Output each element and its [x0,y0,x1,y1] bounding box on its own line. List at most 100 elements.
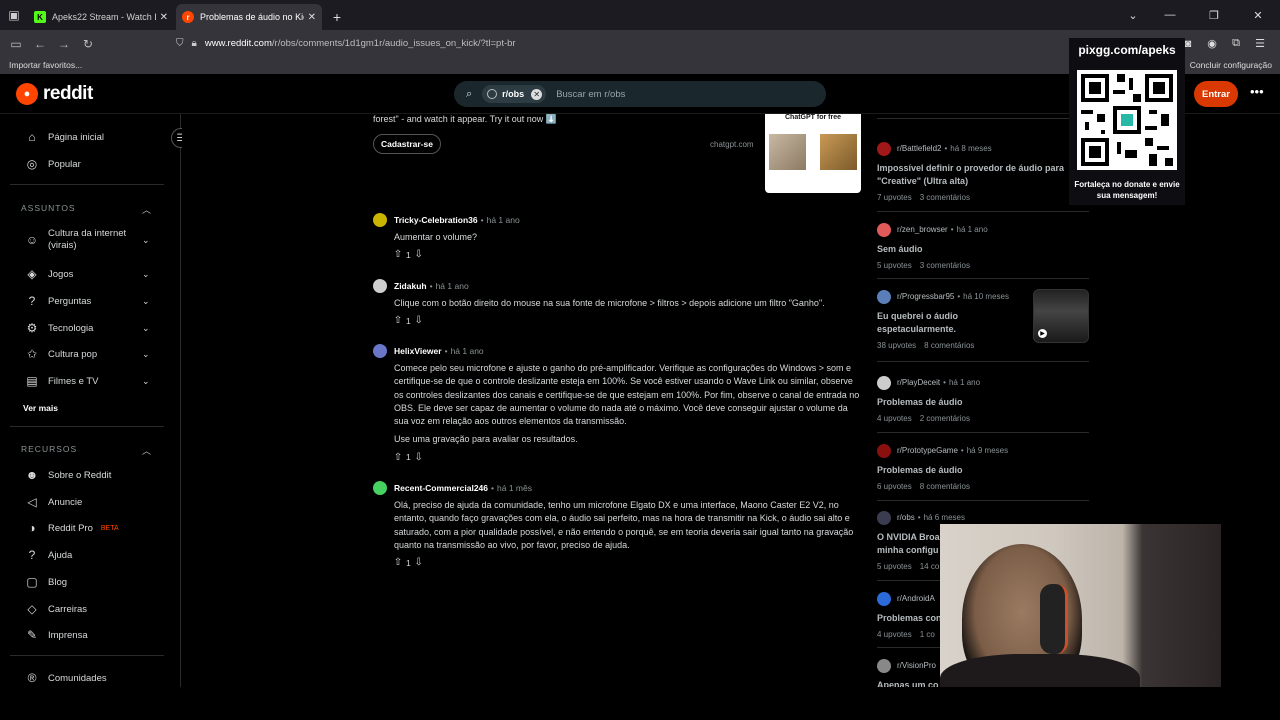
sidebar-item-label: Reddit Pro [48,522,93,534]
help-icon: ? [28,548,36,562]
lock-icon[interactable]: 🔒︎ [192,38,197,49]
upvote-icon[interactable]: ⇧ [392,315,404,326]
close-tab-icon[interactable]: ✕ [308,12,316,23]
search-bar[interactable]: ⌕ r/obs ✕ Buscar em r/obs [454,81,826,107]
downvote-icon[interactable]: ⇩ [413,315,425,326]
blog-icon: ▢ [26,575,38,589]
related-post-thumbnail[interactable]: ▶ [1033,289,1089,343]
related-post[interactable]: r/zen_browser • há 1 ano Sem áudio 5 upvot… [877,222,1089,270]
upvote-count: 7 upvotes [877,193,912,202]
sidebar-item-blog[interactable]: ▢ Blog [24,574,67,590]
related-post-title[interactable]: Sem áudio [877,243,1089,256]
sidebar-item-label: Jogos [48,268,74,280]
upvote-icon[interactable]: ⇧ [392,452,404,463]
sidebar-item-help[interactable]: ? Ajuda [24,547,73,563]
downvote-icon[interactable]: ⇩ [413,249,425,260]
sidebar-item-reddit-pro[interactable]: ◑ Reddit Pro BETA [24,520,118,536]
upvote-icon[interactable]: ⇧ [392,557,404,568]
tab-menu-icon[interactable]: ▣ [0,0,28,30]
comment-count: 8 comentários [924,341,975,350]
account-icon[interactable]: ◉ [1200,37,1224,50]
related-post[interactable]: r/Battlefield2 • há 8 meses Impossível def… [877,141,1089,202]
import-bookmarks-link[interactable]: Importar favoritos... [9,60,82,70]
browser-tab-kick[interactable]: K Apeks22 Stream - Watch Live on ✕ [28,4,174,30]
sidebar-item-games[interactable]: ◈ Jogos ⌄ [24,266,164,282]
comment-author[interactable]: Recent-Commercial246 [394,483,488,493]
sidebar-item-movies-tv[interactable]: ▤ Filmes e TV ⌄ [24,373,164,389]
comment-author[interactable]: Zidakuh [394,281,427,291]
related-post[interactable]: r/PrototypeGame • há 9 meses Problemas de … [877,443,1089,491]
downvote-icon[interactable]: ⇩ [413,557,425,568]
avatar[interactable] [373,213,387,227]
reddit-logo[interactable]: ● reddit [16,83,93,105]
ad-signup-button[interactable]: Cadastrar-se [373,134,441,154]
upvote-count: 6 upvotes [877,482,912,491]
minimize-button[interactable]: — [1148,9,1192,21]
sidebar-item-home[interactable]: ⌂ Página inicial [24,129,104,145]
login-button[interactable]: Entrar [1194,81,1238,107]
subreddit-name[interactable]: r/PrototypeGame [897,446,958,455]
remove-filter-icon[interactable]: ✕ [531,88,543,100]
more-options-icon[interactable]: ••• [1250,84,1264,99]
sidebar-item-popular[interactable]: ◎ Popular [24,156,81,172]
comment-author[interactable]: Tricky-Celebration36 [394,215,478,225]
related-post-title[interactable]: Impossível definir o provedor de áudio p… [877,162,1073,188]
subreddit-name[interactable]: r/obs [897,513,915,522]
close-window-button[interactable]: ✕ [1236,9,1280,22]
see-more-link[interactable]: Ver mais [23,403,58,413]
back-button[interactable]: ← [28,37,52,51]
subreddit-name[interactable]: r/PlayDeceit [897,378,940,387]
menu-icon[interactable]: ☰ [1248,37,1272,50]
related-post[interactable]: r/PlayDeceit • há 1 ano Problemas de áudio… [877,375,1089,423]
related-post-title[interactable]: Problemas de áudio [877,396,1089,409]
reload-button[interactable]: ↻ [76,37,100,51]
sidebar-item-careers[interactable]: ◇ Carreiras [24,601,87,617]
shield-icon[interactable]: ⛉ [176,38,184,49]
donation-qr-overlay: pixgg.com/apeks Fortaleça no donate e en… [1069,38,1185,205]
related-post-title[interactable]: Problemas de áudio [877,464,1089,477]
restore-button[interactable]: ❐ [1192,9,1236,22]
extensions-icon[interactable]: ⧉ [1224,37,1248,50]
avatar[interactable] [373,481,387,495]
upvote-count: 5 upvotes [877,261,912,270]
section-topics-header[interactable]: ASSUNTOS ︿ [21,203,151,215]
sidebar-item-press[interactable]: ✎ Imprensa [24,627,88,643]
sidebar-item-pop-culture[interactable]: ✩ Cultura pop ⌄ [24,346,164,362]
finish-setup-link[interactable]: Concluir configuração [1190,60,1272,70]
new-tab-button[interactable]: + [324,4,350,30]
comment-count: 14 co [919,562,940,571]
browser-tab-reddit[interactable]: r Problemas de áudio no Kick : r/o ✕ [176,4,322,30]
sidebar-toggle-icon[interactable]: ▭ [4,37,28,51]
upvote-icon[interactable]: ⇧ [392,249,404,260]
tab-list-chevron-icon[interactable]: ⌄ [1118,9,1148,22]
comment-body: Comece pelo seu microfone e ajuste o gan… [394,362,863,447]
related-post-title[interactable]: O NVIDIA Broa minha configu [877,531,941,557]
subreddit-name[interactable]: r/VisionPro [897,661,936,670]
avatar[interactable] [373,344,387,358]
sidebar-item-advertise[interactable]: ◁ Anuncie [24,494,82,510]
avatar[interactable] [373,279,387,293]
subreddit-name[interactable]: r/Progressbar95 [897,292,954,301]
subreddit-name[interactable]: r/Battlefield2 [897,144,941,153]
sidebar-item-questions[interactable]: ? Perguntas ⌄ [24,293,164,309]
related-post-title[interactable]: Eu quebrei o áudio espetacularmente. [877,310,987,336]
comment-author[interactable]: HelixViewer [394,346,442,356]
sidebar-item-communities[interactable]: ® Comunidades [24,670,107,686]
subreddit-filter-chip[interactable]: r/obs ✕ [482,85,547,103]
sidebar-item-label: Filmes e TV [48,375,99,387]
address-bar[interactable]: ⛉ 🔒︎ www.reddit.com /r/obs/comments/1d1g… [176,33,1056,54]
subreddit-name[interactable]: r/AndroidA [897,594,935,603]
ad-image[interactable]: ChatGPT for free [765,114,861,193]
close-tab-icon[interactable]: ✕ [160,12,168,23]
sidebar-item-about[interactable]: ☻ Sobre o Reddit [24,467,112,483]
downvote-icon[interactable]: ⇩ [413,452,425,463]
sidebar-item-internet-culture[interactable]: ☺ Cultura da internet (virais) ⌄ [24,228,164,252]
vote-count: 1 [406,452,411,463]
section-resources-header[interactable]: RECURSOS ︿ [21,444,151,456]
search-input[interactable]: Buscar em r/obs [556,89,625,100]
ad-host[interactable]: chatgpt.com [710,140,754,149]
divider [877,361,1089,362]
forward-button[interactable]: → [52,37,76,51]
subreddit-name[interactable]: r/zen_browser [897,225,948,234]
sidebar-item-technology[interactable]: ⚙ Tecnologia ⌄ [24,320,164,336]
